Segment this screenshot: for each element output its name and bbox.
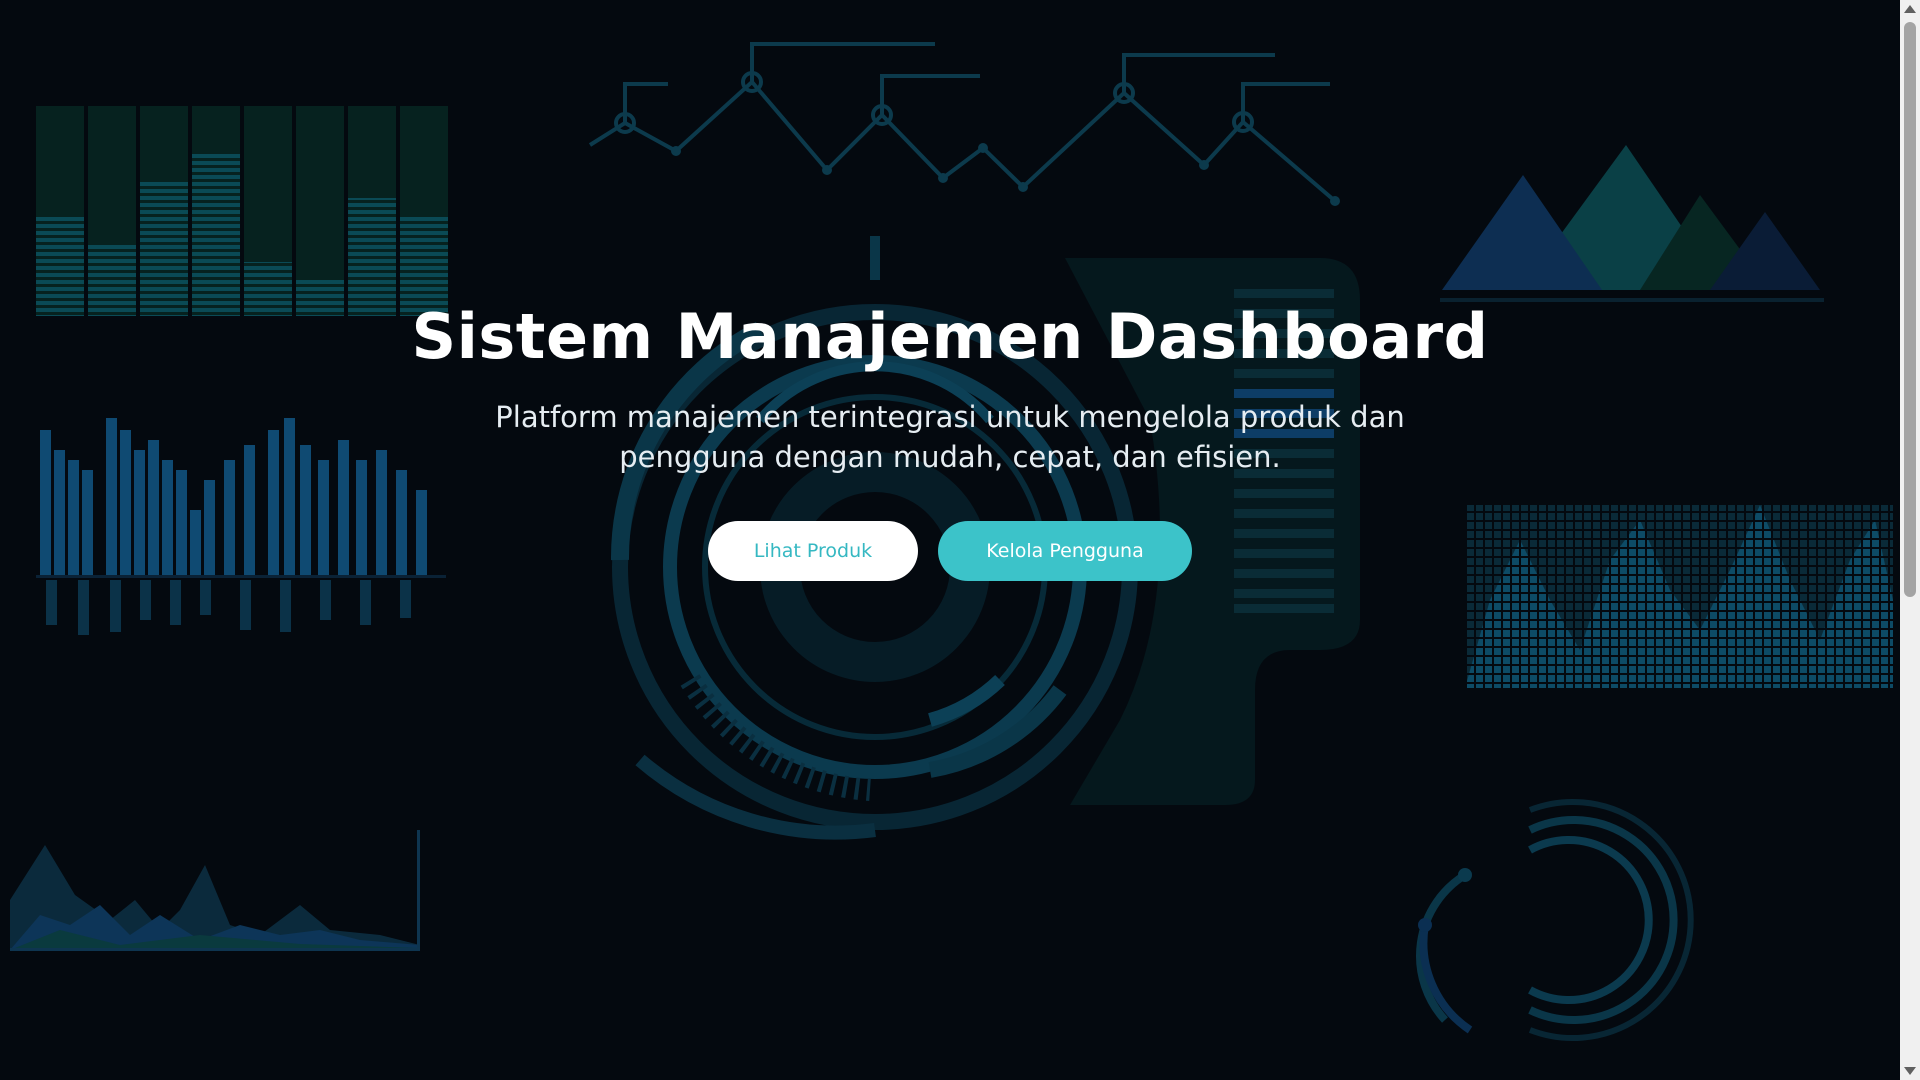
scroll-down-arrow-icon[interactable] [1904, 1067, 1916, 1075]
view-products-button[interactable]: Lihat Produk [708, 520, 918, 581]
vertical-scrollbar[interactable] [1900, 0, 1920, 1080]
scrollbar-thumb[interactable] [1904, 22, 1916, 597]
hero-actions: Lihat Produk Kelola Pengguna [708, 520, 1192, 581]
hero-subtitle: Platform manajemen terintegrasi untuk me… [495, 399, 1405, 474]
hero-section: Sistem Manajemen Dashboard Platform mana… [0, 0, 1900, 1080]
scroll-up-arrow-icon[interactable] [1904, 5, 1916, 13]
manage-users-button[interactable]: Kelola Pengguna [938, 520, 1192, 581]
page-title: Sistem Manajemen Dashboard [411, 299, 1489, 373]
